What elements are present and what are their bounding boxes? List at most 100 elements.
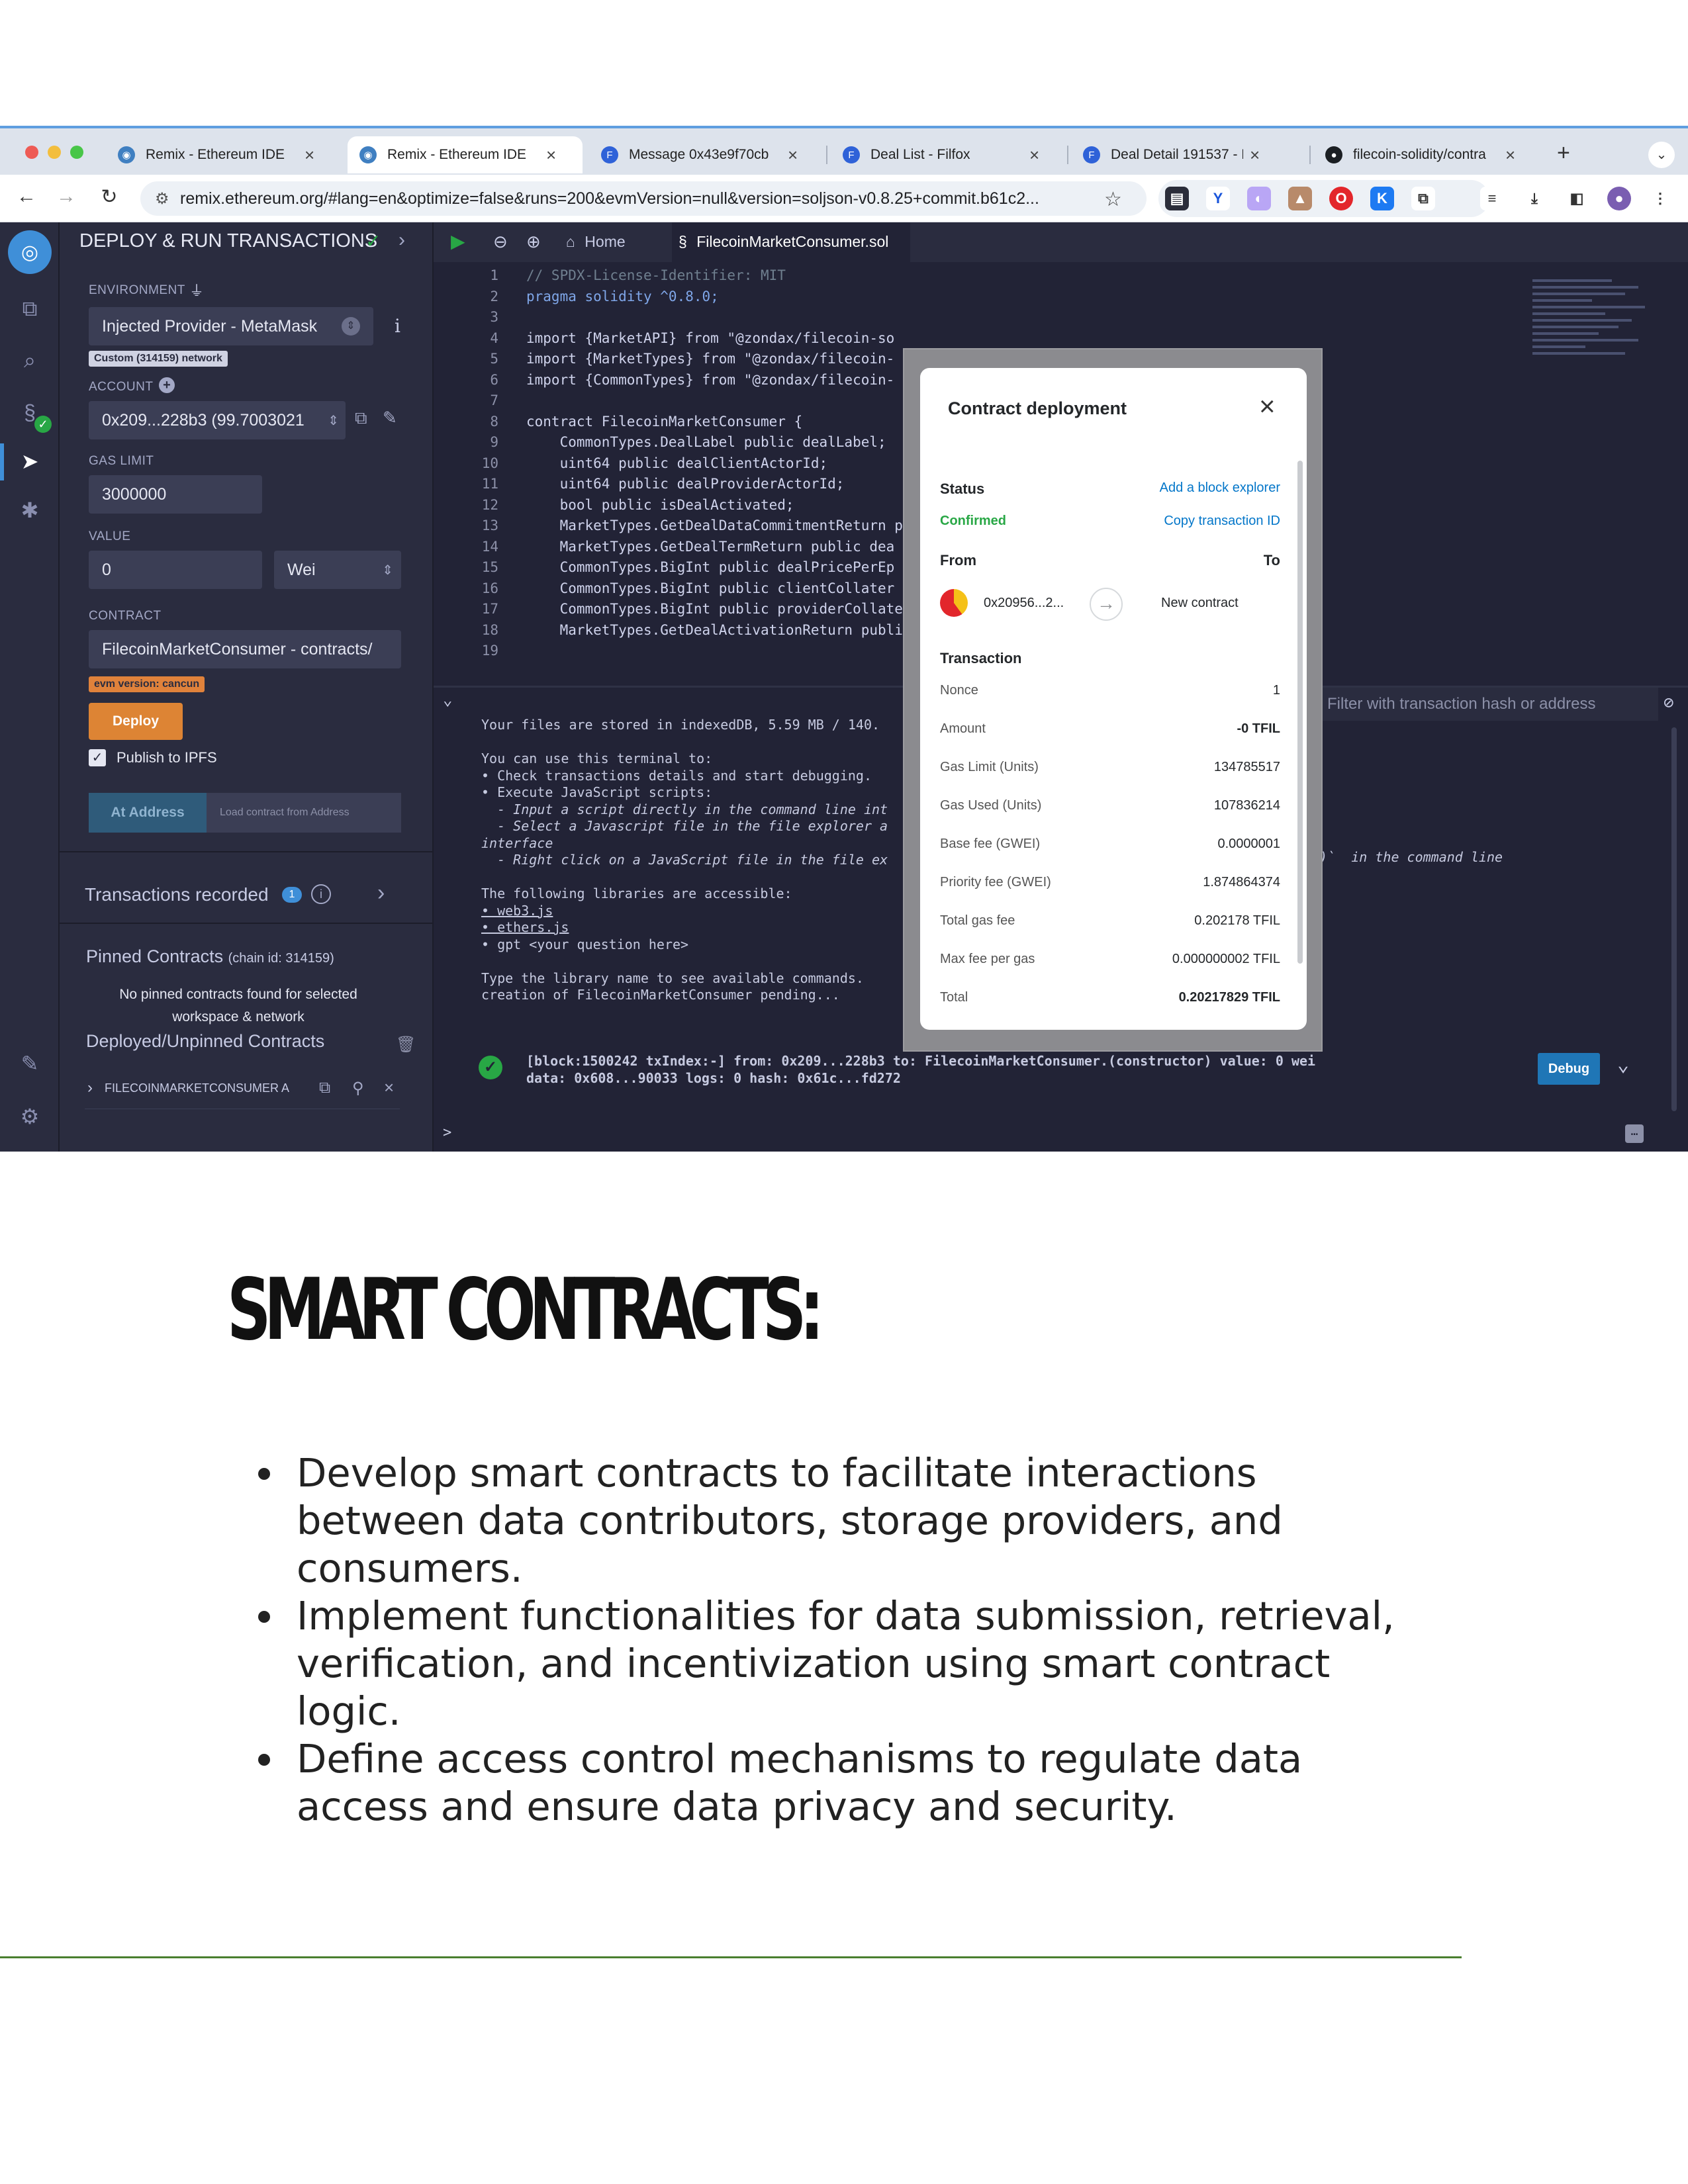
code-line[interactable]: CommonTypes.BigInt public dealPricePerEp [526,559,895,575]
code-line[interactable]: contract FilecoinMarketConsumer { [526,414,802,430]
value-unit-select[interactable]: Wei ⇕ [274,551,401,589]
tx-log-line[interactable]: data: 0x608...90033 logs: 0 hash: 0x61c.… [526,1070,901,1086]
deployed-contract-item[interactable]: › FILECOINMARKETCONSUMER A ⧉ ⚲ × [85,1072,400,1109]
value-input[interactable]: 0 [89,551,262,589]
from-address[interactable]: 0x20956...2... [984,596,1064,611]
extension-icon[interactable]: ◐ [1247,187,1271,210]
close-icon[interactable]: × [1505,145,1515,165]
browser-tab[interactable]: F Message 0x43e9f70cb × [589,136,821,173]
file-explorer-icon[interactable]: ⧉ [15,294,45,324]
browser-tab[interactable]: F Deal List - Filfox × [831,136,1062,173]
close-icon[interactable]: × [788,145,798,165]
reading-list-icon[interactable]: ≡ [1480,187,1504,210]
back-icon[interactable]: ← [13,185,40,208]
maximize-window-button[interactable] [70,146,83,159]
add-account-icon[interactable]: + [159,377,175,393]
code-line[interactable]: CommonTypes.DealLabel public dealLabel; [526,434,886,450]
deploy-run-icon[interactable]: ➤ [15,446,45,477]
dialog-scrollbar[interactable] [1297,461,1303,964]
zoom-in-icon[interactable]: ⊕ [526,232,541,252]
bookmark-star-icon[interactable]: ☆ [1104,188,1122,211]
opera-icon[interactable]: O [1329,187,1353,210]
debug-button[interactable]: Debug [1538,1053,1600,1085]
tx-log-line[interactable]: [block:1500242 txIndex:-] from: 0x209...… [526,1053,1315,1069]
tab-search-button[interactable]: ⌄ [1648,142,1675,168]
code-line[interactable]: MarketTypes.GetDealTermReturn public dea [526,539,895,555]
code-line[interactable]: MarketTypes.GetDealActivationReturn publ… [526,622,903,638]
menu-icon[interactable]: ⋮ [1648,187,1672,210]
close-icon[interactable]: × [1250,145,1260,165]
edit-icon[interactable]: ✎ [383,408,397,428]
extension-icon[interactable]: K [1370,187,1394,210]
code-line[interactable]: CommonTypes.BigInt public clientCollater [526,580,895,596]
plugin-manager-icon[interactable]: ✎ [15,1048,45,1079]
chevron-right-icon[interactable]: › [399,229,405,251]
forward-icon[interactable]: → [53,185,79,208]
minimize-window-button[interactable] [48,146,61,159]
publish-ipfs-checkbox[interactable]: ✓ [89,749,106,766]
code-line[interactable]: uint64 public dealProviderActorId; [526,476,845,492]
copy-icon[interactable]: ⧉ [319,1079,330,1097]
download-icon[interactable]: ⤓ [1523,187,1546,210]
copy-transaction-id-link[interactable]: Copy transaction ID [1164,514,1280,529]
settings-gear-icon[interactable]: ⚙ [15,1101,45,1132]
close-icon[interactable]: × [384,1077,394,1098]
chevron-down-icon[interactable]: ⌄ [1617,1053,1629,1076]
home-tab[interactable]: ⌂ Home [566,233,626,251]
code-line[interactable]: pragma solidity ^0.8.0; [526,289,719,304]
code-minimap[interactable] [1532,275,1658,434]
copy-icon[interactable]: ⧉ [355,408,367,429]
more-icon[interactable]: … [1625,1124,1644,1143]
gas-limit-input[interactable]: 3000000 [89,475,262,514]
search-icon[interactable]: ⌕ [15,345,45,376]
puzzle-icon[interactable]: ⧉ [1411,187,1435,210]
close-icon[interactable]: × [305,145,314,165]
address-bar[interactable]: ⚙ remix.ethereum.org/#lang=en&optimize=f… [140,181,1147,216]
reload-icon[interactable]: ↻ [96,185,122,208]
site-info-icon[interactable]: ⚙ [155,189,169,208]
browser-tab-active[interactable]: ◉ Remix - Ethereum IDE × [348,136,583,173]
terminal-scrollbar[interactable] [1671,727,1677,1111]
code-line[interactable]: // SPDX-License-Identifier: MIT [526,267,786,283]
run-icon[interactable]: ▶ [451,230,465,252]
info-icon[interactable]: i [311,884,331,904]
transactions-recorded-label[interactable]: Transactions recorded [85,884,269,905]
zoom-out-icon[interactable]: ⊖ [493,232,508,252]
code-line[interactable]: import {MarketAPI} from "@zondax/filecoi… [526,330,894,346]
clear-terminal-icon[interactable]: ⊘ [1664,693,1674,713]
file-tab[interactable]: § FilecoinMarketConsumer.sol [679,233,888,251]
chevron-right-icon[interactable]: › [87,1079,93,1097]
terminal-prompt[interactable]: > [443,1124,451,1141]
side-panel-icon[interactable]: ◧ [1565,187,1589,210]
close-icon[interactable]: × [1029,145,1039,165]
trash-icon[interactable]: 🗑 [396,1035,416,1054]
metamask-fox-icon[interactable]: ▲ [1288,187,1312,210]
info-icon[interactable]: i [395,315,400,337]
environment-select[interactable]: Injected Provider - MetaMask ⇕ [89,307,373,345]
close-icon[interactable]: × [546,145,556,165]
at-address-button[interactable]: At Address [89,793,207,833]
browser-tab[interactable]: ● filecoin-solidity/contra × [1313,136,1538,173]
pin-icon[interactable]: ⚲ [352,1079,364,1098]
account-select[interactable]: 0x209...228b3 (99.7003021 ⇕ [89,401,346,439]
code-line[interactable]: MarketTypes.GetDealDataCommitmentReturn … [526,518,903,533]
collapse-terminal-icon[interactable]: ⌄ [443,690,452,709]
close-icon[interactable]: × [1259,390,1276,422]
terminal-filter-input[interactable]: Filter with transaction hash or address [1314,688,1658,721]
contract-select[interactable]: FilecoinMarketConsumer - contracts/ [89,630,401,668]
profile-avatar[interactable]: ● [1607,187,1631,210]
code-line[interactable]: import {CommonTypes} from "@zondax/filec… [526,372,894,388]
code-line[interactable]: bool public isDealActivated; [526,497,794,513]
chevron-right-icon[interactable]: › [377,880,385,906]
code-line[interactable]: import {MarketTypes} from "@zondax/filec… [526,351,894,367]
browser-tab[interactable]: ◉ Remix - Ethereum IDE × [106,136,338,173]
deploy-button[interactable]: Deploy [89,703,183,740]
add-block-explorer-link[interactable]: Add a block explorer [1160,480,1280,496]
code-line[interactable]: uint64 public dealClientActorId; [526,455,828,471]
extension-icon[interactable]: ▤ [1165,187,1189,210]
browser-tab[interactable]: F Deal Detail 191537 - Fil × [1071,136,1306,173]
close-window-button[interactable] [25,146,38,159]
code-line[interactable]: CommonTypes.BigInt public providerCollat… [526,601,903,617]
debugger-icon[interactable]: ✱ [15,495,45,525]
remix-logo-icon[interactable]: ◎ [8,230,52,274]
